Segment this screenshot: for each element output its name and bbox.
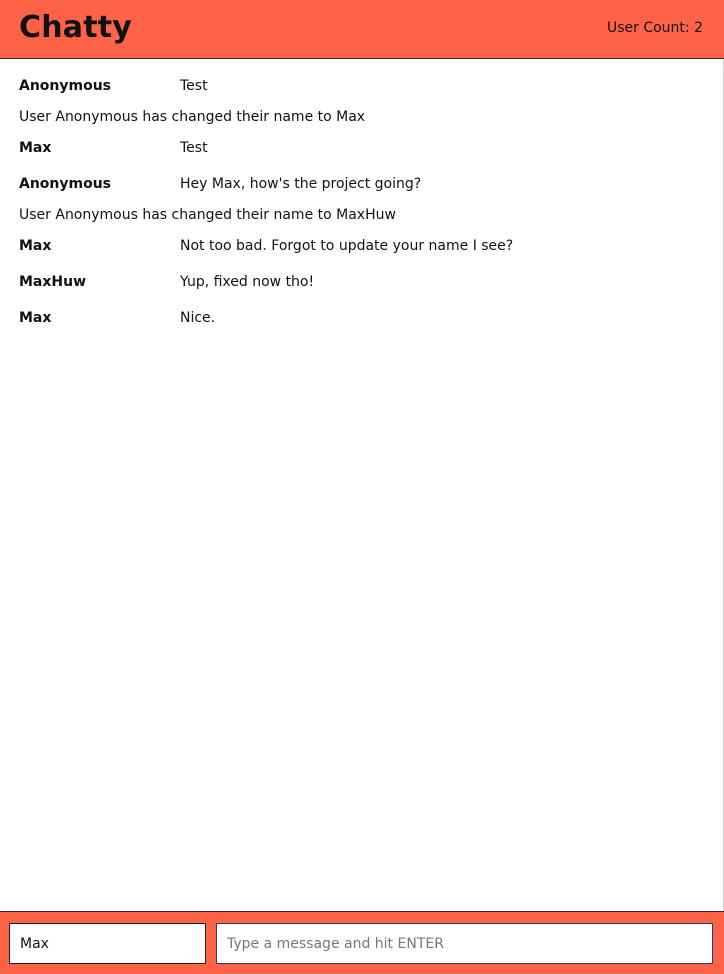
message-item: Max Nice. bbox=[19, 308, 699, 328]
message-item: MaxHuw Yup, fixed now tho! bbox=[19, 272, 699, 292]
message-username: Max bbox=[19, 238, 52, 254]
message-content: Test bbox=[180, 78, 208, 94]
message-list[interactable]: Anonymous Test User Anonymous has change… bbox=[0, 59, 724, 911]
message-item: Anonymous Hey Max, how's the project goi… bbox=[19, 174, 699, 194]
message-content: Hey Max, how's the project going? bbox=[180, 176, 422, 192]
message-username: Max bbox=[19, 140, 52, 156]
user-count: User Count: 2 bbox=[606, 20, 703, 36]
message-username: Anonymous bbox=[19, 78, 112, 94]
system-notification: User Anonymous has changed their name to… bbox=[19, 109, 366, 125]
app-brand[interactable]: Chatty bbox=[19, 9, 132, 47]
message-username: MaxHuw bbox=[19, 274, 87, 290]
message-username: Max bbox=[19, 310, 52, 326]
chat-bar bbox=[0, 911, 724, 974]
message-content: Yup, fixed now tho! bbox=[180, 274, 315, 290]
message-input[interactable] bbox=[216, 923, 713, 964]
chat-app: Chatty User Count: 2 Anonymous Test User… bbox=[0, 0, 724, 974]
message-username: Anonymous bbox=[19, 176, 112, 192]
message-item: Max Test bbox=[19, 138, 699, 158]
system-notification: User Anonymous has changed their name to… bbox=[19, 207, 396, 223]
message-content: Not too bad. Forgot to update your name … bbox=[180, 238, 514, 254]
message-content: Test bbox=[180, 140, 208, 156]
message-item: Anonymous Test bbox=[19, 76, 699, 96]
message-content: Nice. bbox=[180, 310, 216, 326]
navbar: Chatty User Count: 2 bbox=[0, 0, 724, 59]
message-item: Max Not too bad. Forgot to update your n… bbox=[19, 236, 699, 256]
username-input[interactable] bbox=[9, 923, 206, 964]
